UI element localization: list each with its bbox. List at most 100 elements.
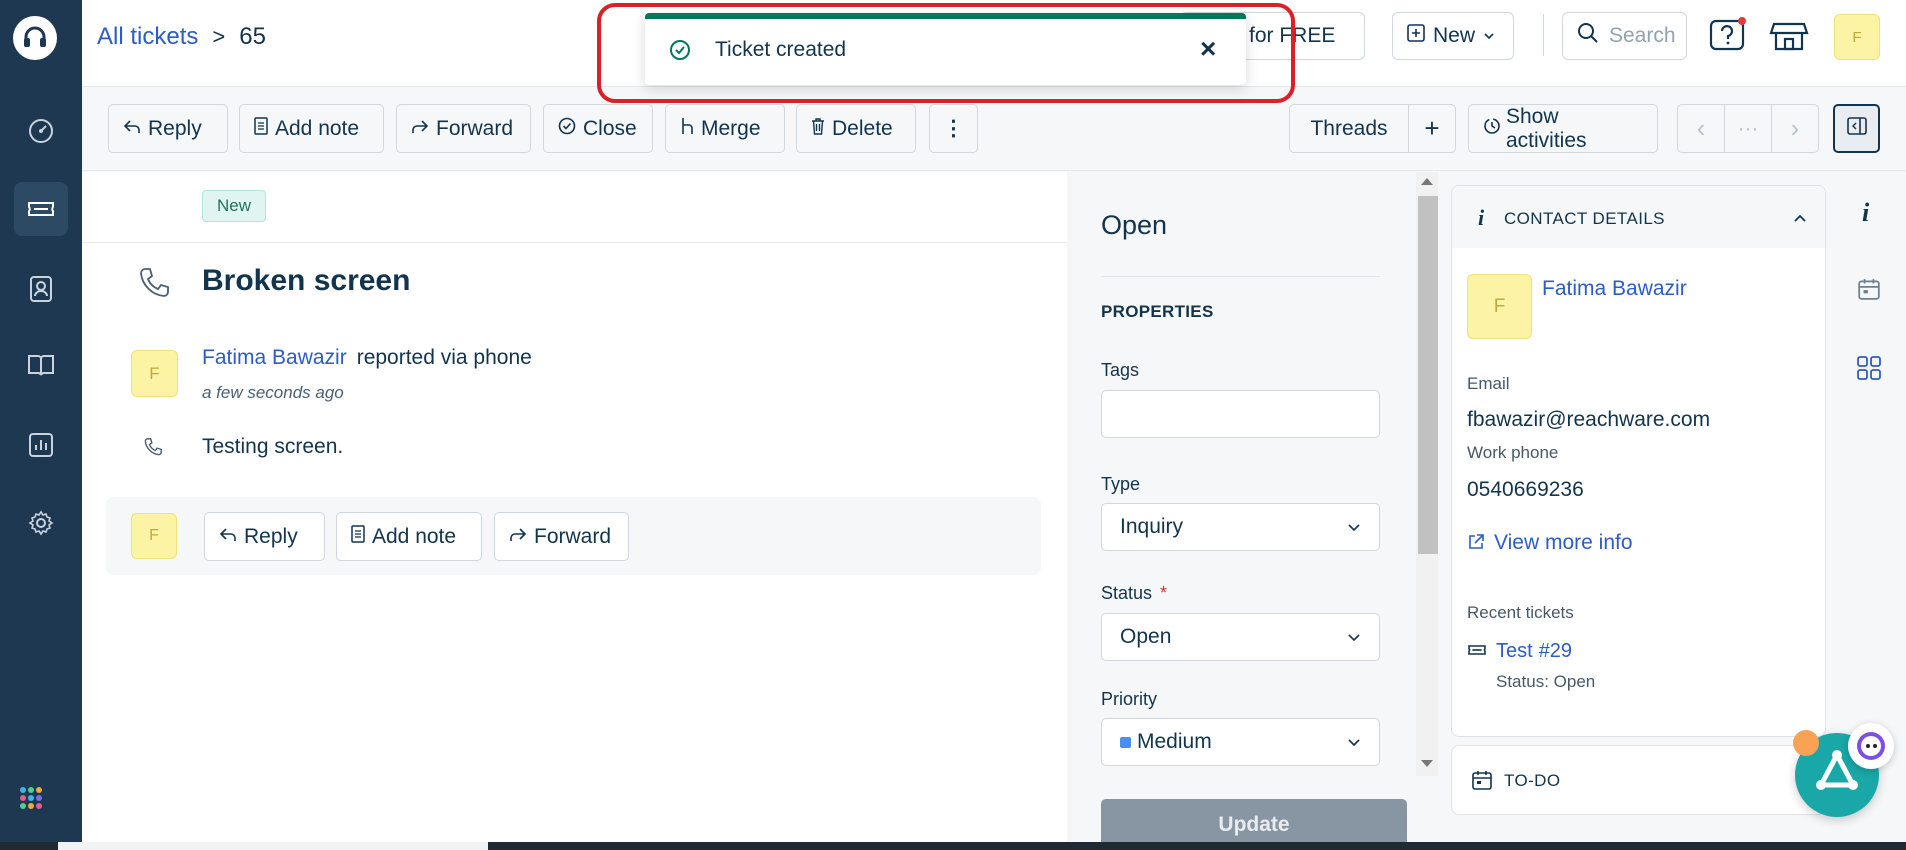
recent-ticket-id: #29 xyxy=(1538,640,1573,662)
type-value: Inquiry xyxy=(1120,515,1184,538)
reports-icon[interactable] xyxy=(14,418,68,472)
agent-avatar: F xyxy=(131,513,177,559)
search-box[interactable]: Search xyxy=(1562,12,1687,60)
add-note-label: Add note xyxy=(372,524,457,548)
horizontal-scrollbar[interactable] xyxy=(58,842,488,850)
recent-ticket-link[interactable]: Test #29 xyxy=(1496,640,1572,663)
reply-label: Reply xyxy=(244,524,298,548)
show-activities-label: Show activities xyxy=(1506,104,1587,152)
marketplace-store-icon[interactable] xyxy=(1769,16,1809,56)
reply-button[interactable]: Reply xyxy=(108,104,228,153)
show-activities-button[interactable]: Show activities xyxy=(1468,104,1658,153)
requester-avatar: F xyxy=(131,350,178,397)
merge-label: Merge xyxy=(701,116,761,140)
status-badge: New xyxy=(202,190,267,222)
phone-label: Work phone xyxy=(1467,443,1559,462)
app-switcher-grid-icon[interactable] xyxy=(19,786,49,816)
status-label: Status xyxy=(1101,583,1153,603)
chevron-up-icon[interactable] xyxy=(1793,210,1807,226)
merge-button[interactable]: Merge xyxy=(665,104,785,153)
knowledge-base-icon[interactable] xyxy=(14,338,68,392)
priority-label: Priority xyxy=(1101,689,1158,709)
status-value: Open xyxy=(1120,625,1172,648)
required-asterisk: * xyxy=(1160,583,1168,603)
forward-arrow-icon xyxy=(509,525,527,549)
chevron-down-icon xyxy=(1483,24,1495,48)
toggle-sidebar-button[interactable] xyxy=(1833,104,1880,153)
contact-name-link[interactable]: Fatima Bawazir xyxy=(1542,277,1687,301)
status-label-row: Status * xyxy=(1101,583,1167,604)
merge-icon xyxy=(680,117,694,141)
email-label: Email xyxy=(1467,374,1510,393)
reported-via-text: reported via phone xyxy=(356,346,532,369)
breadcrumb: All tickets > 65 xyxy=(97,23,266,51)
tickets-icon[interactable] xyxy=(14,182,68,236)
bottom-reply-button[interactable]: Reply xyxy=(204,512,325,561)
priority-select[interactable]: Medium xyxy=(1101,718,1380,766)
breadcrumb-separator: > xyxy=(212,24,226,49)
notification-dot xyxy=(1793,730,1819,756)
tags-input[interactable] xyxy=(1101,390,1380,438)
close-ticket-button[interactable]: Close xyxy=(543,104,653,153)
status-select[interactable]: Open xyxy=(1101,613,1380,661)
contact-avatar: F xyxy=(1467,274,1532,339)
previous-ticket-button[interactable]: ‹ xyxy=(1677,104,1725,153)
forward-label: Forward xyxy=(534,524,612,548)
sidebar-panel-icon xyxy=(1846,116,1867,141)
threads-label: Threads xyxy=(1310,116,1388,140)
chevron-down-icon xyxy=(1347,625,1361,649)
scrollbar-thumb[interactable] xyxy=(1418,196,1438,554)
apps-grid-icon[interactable] xyxy=(1856,355,1882,384)
reply-arrow-icon xyxy=(219,525,237,549)
priority-value-wrap: Medium xyxy=(1120,730,1212,754)
view-more-info-link[interactable]: View more info xyxy=(1467,531,1633,555)
recent-ticket-status: Status: Open xyxy=(1496,672,1596,691)
next-ticket-button[interactable]: › xyxy=(1771,104,1819,153)
plus-square-icon xyxy=(1407,24,1425,48)
left-navigation xyxy=(0,0,82,850)
threads-button[interactable]: Threads xyxy=(1289,104,1409,153)
ticket-icon xyxy=(1467,642,1487,661)
scroll-down-icon[interactable] xyxy=(1421,760,1433,767)
delete-button[interactable]: Delete xyxy=(796,104,916,153)
chatbot-face-icon[interactable] xyxy=(1848,723,1894,769)
new-button-label: New xyxy=(1433,24,1476,47)
todo-title: TO-DO xyxy=(1504,771,1561,790)
note-icon xyxy=(254,116,268,141)
contact-phone: 0540669236 xyxy=(1467,478,1584,501)
user-avatar[interactable]: F xyxy=(1834,14,1880,60)
scroll-up-icon[interactable] xyxy=(1421,178,1433,185)
plus-icon: + xyxy=(1424,113,1440,143)
app-logo-headset-icon[interactable] xyxy=(13,16,57,60)
bottom-add-note-button[interactable]: Add note xyxy=(336,512,482,561)
header-divider xyxy=(1543,14,1544,56)
add-note-button[interactable]: Add note xyxy=(239,104,384,153)
external-link-icon xyxy=(1467,533,1485,554)
settings-gear-icon[interactable] xyxy=(14,496,68,550)
all-tickets-link[interactable]: All tickets xyxy=(97,23,198,51)
contact-details-title: CONTACT DETAILS xyxy=(1504,209,1665,228)
new-button[interactable]: New xyxy=(1392,12,1514,60)
forward-button[interactable]: Forward xyxy=(396,104,531,153)
bottom-forward-button[interactable]: Forward xyxy=(494,512,629,561)
requester-name-link[interactable]: Fatima Bawazir xyxy=(202,346,347,370)
add-thread-button[interactable]: + xyxy=(1408,104,1456,153)
help-icon[interactable] xyxy=(1708,16,1748,56)
chevron-right-icon: › xyxy=(1790,113,1800,143)
info-icon: i xyxy=(1478,205,1485,230)
calendar-icon xyxy=(1471,769,1493,794)
recent-ticket-title: Test xyxy=(1496,640,1533,662)
phone-icon xyxy=(137,266,171,303)
view-more-label: View more info xyxy=(1494,531,1633,554)
forward-label: Forward xyxy=(436,116,514,140)
divider xyxy=(82,242,1067,243)
calendar-rail-icon[interactable] xyxy=(1857,277,1881,304)
info-panel-icon[interactable]: i xyxy=(1862,198,1869,228)
search-placeholder: Search xyxy=(1609,24,1676,47)
contacts-icon[interactable] xyxy=(14,262,68,316)
dashboard-icon[interactable] xyxy=(14,104,68,158)
type-select[interactable]: Inquiry xyxy=(1101,503,1380,551)
ticket-list-button[interactable]: ··· xyxy=(1724,104,1772,153)
forward-arrow-icon xyxy=(411,117,429,141)
more-actions-button[interactable]: ⋮ xyxy=(929,104,978,153)
